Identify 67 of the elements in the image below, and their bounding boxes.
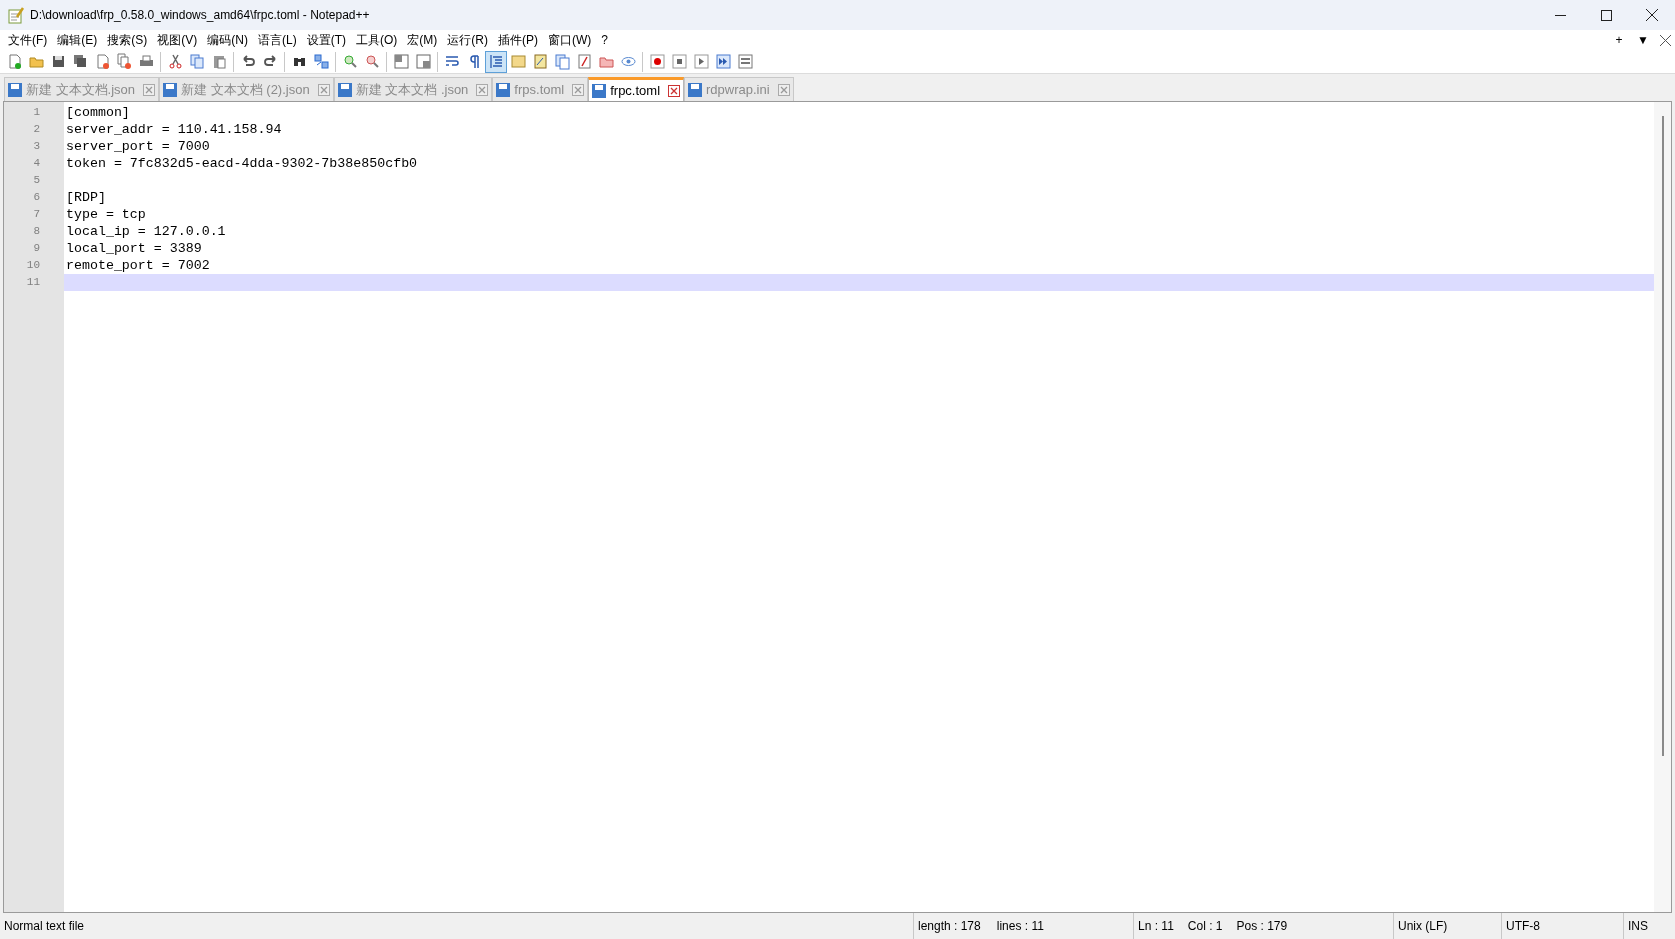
lines-status: lines : 11 bbox=[996, 918, 1044, 935]
code-line: [common] bbox=[66, 103, 130, 122]
tab-label: frps.toml bbox=[514, 80, 565, 99]
code-line: remote_port = 7002 bbox=[66, 256, 210, 275]
scrollbar-thumb[interactable] bbox=[1661, 116, 1664, 756]
file-tab[interactable]: frpc.toml bbox=[588, 77, 685, 101]
line-status: Ln : 11 bbox=[1138, 918, 1174, 935]
code-line: server_port = 7000 bbox=[66, 137, 210, 156]
code-line: token = 7fc832d5-eacd-4dda-9302-7b38e850cfb0 bbox=[66, 154, 418, 173]
line-number: 8 bbox=[33, 224, 40, 240]
menu-item[interactable]: 插件(P) bbox=[493, 30, 543, 50]
window-title: D:\download\frp_0.58.0_windows_amd64\frpc.toml - Notepad++ bbox=[30, 7, 370, 24]
code-line: local_port = 3389 bbox=[66, 239, 202, 258]
tab-list-button[interactable]: ▼ bbox=[1636, 31, 1650, 49]
menu-item[interactable]: 工具(O) bbox=[351, 30, 403, 50]
line-number: 5 bbox=[33, 173, 40, 189]
menu-item[interactable]: 运行(R) bbox=[442, 30, 493, 50]
insert-mode-status: INS bbox=[1623, 913, 1663, 939]
floppy-icon bbox=[8, 82, 22, 97]
menu-item[interactable]: 视图(V) bbox=[152, 30, 203, 50]
tab-label: 新建 文本文档 .json bbox=[355, 80, 469, 99]
menu-item[interactable]: 编码(N) bbox=[202, 30, 253, 50]
close-icon bbox=[1646, 9, 1658, 21]
position-status: Pos : 179 bbox=[1236, 918, 1288, 935]
tab-label: rdpwrap.ini bbox=[706, 80, 770, 99]
code-line: local_ip = 127.0.0.1 bbox=[66, 222, 226, 241]
line-number: 2 bbox=[33, 122, 40, 138]
line-number: 7 bbox=[33, 207, 40, 223]
line-number: 10 bbox=[26, 258, 40, 274]
code-line: type = tcp bbox=[66, 205, 146, 224]
floppy-icon bbox=[163, 82, 178, 97]
line-number: 9 bbox=[33, 241, 40, 257]
new-tab-button[interactable]: + bbox=[1612, 31, 1626, 49]
menu-item[interactable]: 编辑(E) bbox=[52, 30, 103, 50]
menu-item[interactable]: 宏(M) bbox=[402, 30, 443, 50]
floppy-icon bbox=[688, 82, 703, 97]
line-ending-status: Unix (LF) bbox=[1393, 913, 1501, 939]
line-number: 11 bbox=[26, 275, 40, 291]
menu-item[interactable]: 文件(F) bbox=[3, 30, 53, 50]
file-type: Normal text file bbox=[3, 918, 86, 935]
line-number: 1 bbox=[33, 105, 40, 121]
length-status: length : 178 bbox=[918, 918, 981, 935]
editor[interactable]: 1 2 3 4 5 6 7 8 9 10 11 [common] server_addr = 110.41.158.94 server_port = 7000 token = 7fc832d5-eacd-4dda-9302-7b38e850cfb0 [RDP] type = tcp local_ip = 127.0.0.1 local_port = 3389 remote_port = 7002 bbox=[3, 101, 1672, 913]
menu-item[interactable]: ? bbox=[596, 30, 613, 50]
line-number: 6 bbox=[33, 190, 40, 206]
scrollbar[interactable] bbox=[1654, 102, 1671, 912]
tab-label: 新建 文本文档 (2).json bbox=[181, 80, 310, 99]
line-number: 4 bbox=[33, 156, 40, 172]
floppy-icon bbox=[337, 82, 352, 97]
menu-item[interactable]: 搜索(S) bbox=[102, 30, 153, 50]
encoding-status: UTF-8 bbox=[1501, 913, 1623, 939]
close-icon[interactable] bbox=[668, 84, 681, 97]
indent-guide-icon[interactable] bbox=[485, 50, 507, 73]
column-status: Col : 1 bbox=[1187, 918, 1223, 935]
floppy-icon bbox=[592, 83, 607, 98]
code-line: [RDP] bbox=[66, 188, 106, 207]
code-line: server_addr = 110.41.158.94 bbox=[66, 120, 282, 139]
close-icon[interactable] bbox=[1660, 34, 1671, 46]
menu-item[interactable]: 语言(L) bbox=[253, 30, 302, 50]
menu-item[interactable]: 窗口(W) bbox=[543, 30, 597, 50]
tab-label: frpc.toml bbox=[610, 81, 661, 100]
line-number: 3 bbox=[33, 139, 40, 155]
tab-label: 新建 文本文档.json bbox=[26, 80, 136, 99]
menu-item[interactable]: 设置(T) bbox=[301, 30, 351, 50]
notepad-icon bbox=[8, 6, 25, 24]
floppy-icon bbox=[496, 82, 511, 97]
maximize-icon bbox=[1600, 9, 1612, 21]
